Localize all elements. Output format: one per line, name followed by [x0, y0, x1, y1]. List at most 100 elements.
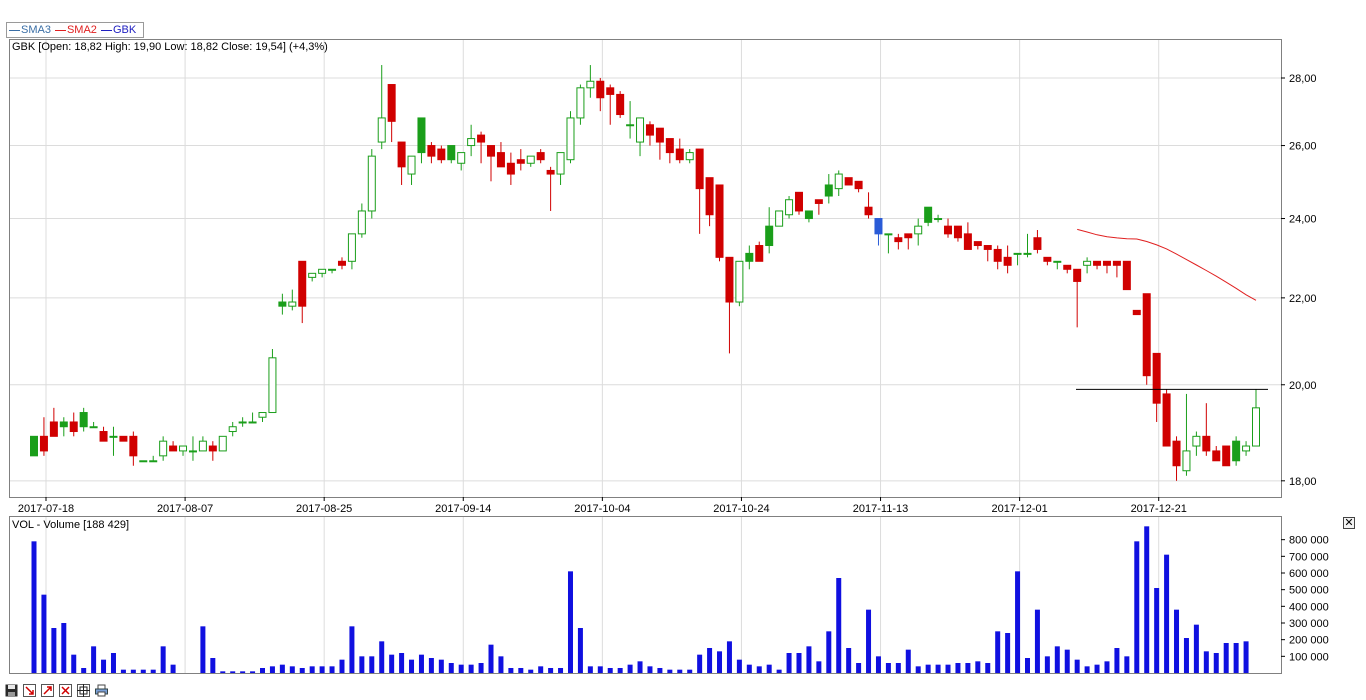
candle-body — [387, 84, 396, 122]
volume-bar — [617, 668, 623, 673]
volume-bar — [528, 669, 534, 673]
volume-bar — [319, 666, 325, 673]
volume-bar — [498, 656, 504, 673]
volume-bar — [548, 668, 554, 673]
volume-bar — [1223, 643, 1229, 673]
candle-body — [407, 155, 416, 175]
bottom-toolbar — [4, 683, 112, 698]
price-x-tick-label: 2017-10-24 — [713, 503, 769, 515]
candle-body — [30, 435, 38, 457]
volume-bar — [607, 668, 613, 673]
candle-body — [347, 233, 356, 262]
volume-bar — [657, 668, 663, 673]
candle-body — [616, 93, 625, 116]
price-y-tick-label: 26,00 — [1289, 141, 1317, 153]
candle-body — [69, 421, 78, 433]
candle-body — [576, 87, 585, 119]
candle-body — [814, 199, 823, 204]
price-y-tick-label: 22,00 — [1289, 293, 1317, 305]
candle-body — [566, 117, 575, 161]
draw-both-button[interactable] — [58, 683, 73, 698]
volume-bar — [1164, 554, 1170, 673]
candle-body — [675, 148, 684, 161]
candle-body — [318, 268, 327, 274]
volume-bar — [687, 669, 693, 673]
volume-bar — [1064, 649, 1070, 673]
candle-body — [745, 252, 754, 262]
crosshair-icon — [77, 684, 90, 697]
volume-bar — [1034, 609, 1040, 673]
price-x-tick-label: 2017-12-21 — [1131, 503, 1187, 515]
legend-item-gbk[interactable]: GBK — [100, 24, 136, 36]
print-button[interactable] — [94, 683, 109, 698]
volume-header: VOL - Volume [188 429] — [12, 519, 129, 531]
volume-bar — [389, 654, 395, 673]
candle-body — [963, 233, 972, 250]
candle-body — [1172, 440, 1181, 467]
candle-body — [516, 159, 525, 164]
save-icon — [5, 684, 18, 697]
candle-body — [546, 169, 555, 175]
crosshair-button[interactable] — [76, 683, 91, 698]
volume-bar — [150, 669, 156, 673]
volume-bar — [31, 541, 37, 673]
candle-body — [288, 301, 297, 307]
save-button[interactable] — [4, 683, 19, 698]
volume-bar — [448, 663, 454, 673]
volume-bar — [269, 666, 275, 673]
candle-body — [834, 173, 843, 190]
volume-bar — [866, 609, 872, 673]
volume-bar — [1203, 651, 1209, 673]
candle-body — [1222, 445, 1231, 467]
candle-body — [1093, 260, 1102, 266]
candle-body — [298, 260, 307, 307]
sma3-swatch — [9, 29, 20, 31]
volume-bar — [935, 664, 941, 673]
legend-item-sma2[interactable]: SMA2 — [54, 24, 97, 36]
candle-body — [59, 421, 68, 428]
volume-bar — [875, 656, 881, 673]
volume-bar — [766, 664, 772, 673]
price-y-tick-label: 18,00 — [1289, 476, 1317, 488]
candle-body — [308, 272, 317, 278]
candle-body — [645, 124, 654, 136]
volume-bar — [1054, 646, 1060, 673]
candle-body — [1063, 264, 1072, 270]
volume-bar — [170, 664, 176, 673]
candle-body — [49, 421, 58, 437]
candle-body — [1013, 252, 1022, 255]
volume-bar — [260, 668, 266, 673]
volume-bar — [130, 669, 136, 673]
candle-body — [1083, 260, 1092, 266]
volume-bar — [1154, 588, 1160, 673]
close-volume-pane-button[interactable]: ✕ — [1343, 517, 1355, 529]
volume-y-tick-label: 300 000 — [1289, 618, 1329, 630]
gbk-swatch — [100, 29, 112, 31]
candle-body — [1142, 293, 1151, 377]
candle-body — [655, 127, 664, 143]
volume-bar — [508, 668, 514, 673]
candle-body — [993, 248, 1002, 262]
candle-body — [556, 152, 565, 175]
candle-body — [457, 152, 466, 164]
draw-up-button[interactable] — [40, 683, 55, 698]
candle-body — [924, 206, 933, 223]
price-header: GBK [Open: 18,82 High: 19,90 Low: 18,82 … — [12, 41, 328, 53]
price-x-tick-label: 2017-11-13 — [853, 503, 908, 515]
price-y-tick-label: 20,00 — [1289, 380, 1317, 392]
legend-item-sma3[interactable]: SMA3 — [9, 24, 51, 36]
candle-body — [1202, 435, 1211, 452]
volume-bar — [577, 628, 583, 673]
volume-bar — [1084, 666, 1090, 673]
candle-body — [1192, 435, 1201, 447]
candle-body — [1053, 260, 1062, 263]
volume-bar — [1024, 658, 1030, 673]
candle-body — [824, 184, 833, 197]
candle-body — [417, 117, 426, 154]
candle-body — [636, 117, 645, 143]
volume-bar — [776, 669, 782, 673]
candle-body — [874, 218, 883, 235]
volume-bar — [329, 666, 335, 673]
draw-down-button[interactable] — [22, 683, 37, 698]
volume-bar — [1114, 648, 1120, 673]
